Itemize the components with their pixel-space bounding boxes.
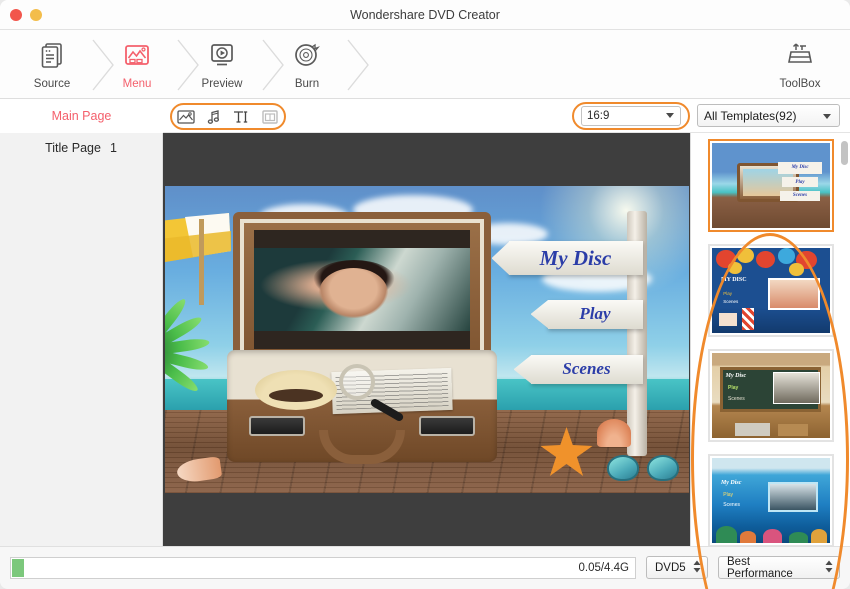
page-sidebar: Title Page 1 xyxy=(0,133,163,546)
disc-capacity-fill xyxy=(12,559,24,577)
suitcase-lock-left xyxy=(249,416,305,436)
disc-capacity-bar: 0.05/4.4G xyxy=(10,557,636,579)
background-image-icon[interactable] xyxy=(174,107,198,127)
step-source-label: Source xyxy=(34,78,70,90)
suitcase-handle xyxy=(319,430,405,464)
picture-menu-icon xyxy=(122,40,152,75)
seashell xyxy=(597,419,631,447)
step-menu[interactable]: Menu xyxy=(95,30,179,99)
straw-hat xyxy=(255,370,337,410)
background-music-icon[interactable] xyxy=(202,107,226,127)
close-button[interactable] xyxy=(10,9,22,21)
template-thumb-classroom-graduation[interactable]: My Disc Play Scenes xyxy=(708,349,834,442)
main-body: Title Page 1 xyxy=(0,133,850,546)
aspect-ratio-select[interactable]: 16:9 xyxy=(581,106,681,126)
template-thumb-travel-beach-suitcase[interactable]: My Disc Play Scenes xyxy=(708,139,834,232)
template-filter-value: All Templates(92) xyxy=(704,109,796,123)
template-preview: MY DISC Play Scenes xyxy=(712,248,830,333)
chevron-down-icon xyxy=(823,109,831,123)
document-stack-icon xyxy=(37,40,67,75)
step-burn-label: Burn xyxy=(295,78,319,90)
sidebar-item-label: Title Page xyxy=(45,141,101,155)
toolbox-icon xyxy=(785,40,815,75)
text-tool-icon[interactable] xyxy=(230,107,254,127)
step-preview[interactable]: Preview xyxy=(180,30,264,99)
title-bar: Wondershare DVD Creator xyxy=(0,0,850,30)
video-frame xyxy=(254,248,470,331)
aspect-ratio-highlight: 16:9 xyxy=(572,102,690,130)
minimize-button[interactable] xyxy=(30,9,42,21)
tab-main-page[interactable]: Main Page xyxy=(0,99,163,133)
suitcase-lid xyxy=(233,212,491,367)
template-thumb-underwater-diving[interactable]: My Disc Play Scenes xyxy=(708,454,834,547)
sunglasses xyxy=(607,455,679,483)
status-footer: 0.05/4.4G DVD5 Best Performance xyxy=(0,546,850,588)
quality-select[interactable]: Best Performance xyxy=(718,556,840,579)
app-window: Wondershare DVD Creator Source xyxy=(0,0,850,589)
quality-value: Best Performance xyxy=(727,556,819,580)
suitcase xyxy=(227,212,497,462)
template-preview: My Disc Play Scenes xyxy=(712,458,830,543)
window-title: Wondershare DVD Creator xyxy=(0,0,850,30)
menu-title-sign[interactable]: My Disc xyxy=(509,241,643,275)
stepper-arrows-icon xyxy=(825,559,833,576)
template-filter-select[interactable]: All Templates(92) xyxy=(697,104,840,127)
sidebar-item-number: 1 xyxy=(110,141,117,155)
step-menu-label: Menu xyxy=(123,78,152,90)
play-button-sign[interactable]: Play xyxy=(548,300,643,329)
template-thumb-birthday-balloons[interactable]: MY DISC Play Scenes xyxy=(708,244,834,337)
menu-edit-tool-group xyxy=(170,103,286,130)
disc-burn-icon xyxy=(292,40,322,75)
video-thumbnail[interactable] xyxy=(254,230,470,349)
chevron-down-icon xyxy=(666,110,674,122)
template-preview: My Disc Play Scenes xyxy=(712,353,830,438)
step-preview-label: Preview xyxy=(202,78,243,90)
video-subject-face xyxy=(319,268,388,318)
menu-preview-canvas[interactable]: My Disc Play Scenes xyxy=(163,133,690,546)
disc-type-select[interactable]: DVD5 xyxy=(646,556,708,579)
disc-capacity-text: 0.05/4.4G xyxy=(578,562,629,574)
suitcase-base xyxy=(227,350,497,462)
toolbox-label: ToolBox xyxy=(780,78,821,90)
scenes-button-sign[interactable]: Scenes xyxy=(531,355,643,384)
thumbnail-frame-icon[interactable] xyxy=(258,107,282,127)
aspect-ratio-value: 16:9 xyxy=(587,110,609,122)
step-source[interactable]: Source xyxy=(10,30,94,99)
template-preview: My Disc Play Scenes xyxy=(712,143,830,228)
disc-type-value: DVD5 xyxy=(655,562,686,574)
suitcase-lock-right xyxy=(419,416,475,436)
window-controls xyxy=(10,9,42,21)
edit-toolbar: Main Page xyxy=(0,99,850,133)
stepper-arrows-icon xyxy=(693,559,701,576)
menu-preview-artwork: My Disc Play Scenes xyxy=(165,186,689,493)
toolbox-button[interactable]: ToolBox xyxy=(760,30,840,99)
monitor-play-icon xyxy=(207,40,237,75)
step-burn[interactable]: Burn xyxy=(265,30,349,99)
template-scrollbar[interactable] xyxy=(841,141,848,165)
sidebar-item-title-page[interactable]: Title Page 1 xyxy=(0,133,162,163)
template-panel: My Disc Play Scenes MY DISC Play xyxy=(690,133,850,546)
step-toolbar: Source Menu xyxy=(0,30,850,99)
